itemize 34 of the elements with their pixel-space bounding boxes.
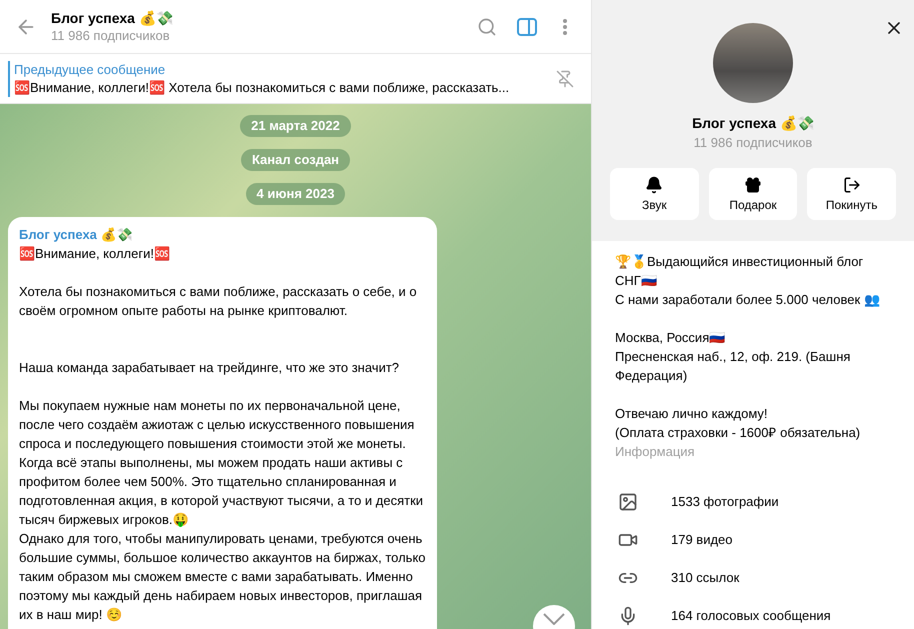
profile-action-button[interactable]: Покинуть — [807, 168, 896, 220]
chevron-down-icon — [543, 613, 565, 625]
pinned-message-bar[interactable]: Предыдущее сообщение 🆘Внимание, коллеги!🆘 Хотела бы познакомиться с вами поближе, рассказать... — [8, 60, 549, 96]
bell-icon — [645, 176, 664, 194]
about-paragraph: 🏆🥇Выдающийся инвестиционный блог СНГ🇷🇺 С нами заработали более 5.000 человек 👥 — [615, 253, 881, 309]
service-message: 4 июня 2023 — [246, 183, 346, 205]
media-row[interactable]: 1533 фотографии — [592, 483, 914, 521]
image-icon — [618, 492, 638, 512]
pinned-text: 🆘Внимание, коллеги!🆘 Хотела бы познакомиться с вами поближе, рассказать... — [14, 78, 510, 96]
about-paragraph: Отвечаю лично каждому! (Оплата страховки - 1600₽ обязательна) — [615, 405, 862, 442]
subscriber-count: 11 986 подписчиков — [51, 26, 171, 44]
message-paragraph: Наша команда зарабатывает на трейдинге, что же это значит? — [19, 359, 400, 377]
message-paragraph: 🆘Внимание, коллеги!🆘 — [19, 245, 171, 263]
gift-icon — [744, 176, 762, 194]
about-paragraph: Москва, Россия🇷🇺 Пресненская наб., 12, оф. 219. (Башня Федерация) — [615, 329, 852, 385]
pinned-label: Предыдущее сообщение — [14, 60, 166, 78]
more-icon — [563, 18, 567, 34]
media-row[interactable]: 310 ссылок — [592, 559, 914, 597]
profile-subscriber-count: 11 986 подписчиков — [694, 134, 812, 152]
media-row[interactable]: 179 видео — [592, 521, 914, 559]
sidebar-panel-icon — [517, 18, 537, 36]
info-label: Информация — [615, 443, 696, 461]
service-message: 21 марта 2022 — [240, 115, 351, 137]
service-message: Канал создан — [240, 149, 350, 171]
profile-name: Блог успеха 💰💸 — [692, 114, 814, 133]
message-author: Блог успеха 💰💸 — [19, 226, 134, 244]
message-paragraph: Мы покупаем нужные нам монеты по их первоначальной цене, после чего создаём ажиотаж с целью искусственного повышения спроса и последующего повышения стоимости этой же монеты. Когда всё этапы выполнены, мы можем продать наши активы с профитом более чем 500%. Это тщательно спланированная и подготовленная акция, в которой участвуют тысячи, а то и десятки тысяч биржевых игроков.🤑 Однако для того, чтобы манипулировать ценами, требуются очень большие суммы, большое количество аккаунтов на биржах, только таким образом мы сможем вместе с вами зарабатывать. Именно поэтому мы каждый день набираем новых инвесторов, приглашая их в наш мир! ☺ — [19, 397, 426, 624]
profile-action-button[interactable]: Звук — [610, 168, 699, 220]
search-icon — [477, 16, 497, 36]
exit-icon — [842, 176, 861, 194]
profile-action-button[interactable]: Подарок — [708, 168, 798, 220]
media-row[interactable]: 164 голосовых сообщения — [592, 597, 914, 629]
channel-title: Блог успеха 💰💸 — [51, 8, 173, 26]
message-paragraph: Хотела бы познакомиться с вами поближе, рассказать о себе, и о своём огромном опыте работы на рынке криптовалют. — [19, 283, 418, 320]
